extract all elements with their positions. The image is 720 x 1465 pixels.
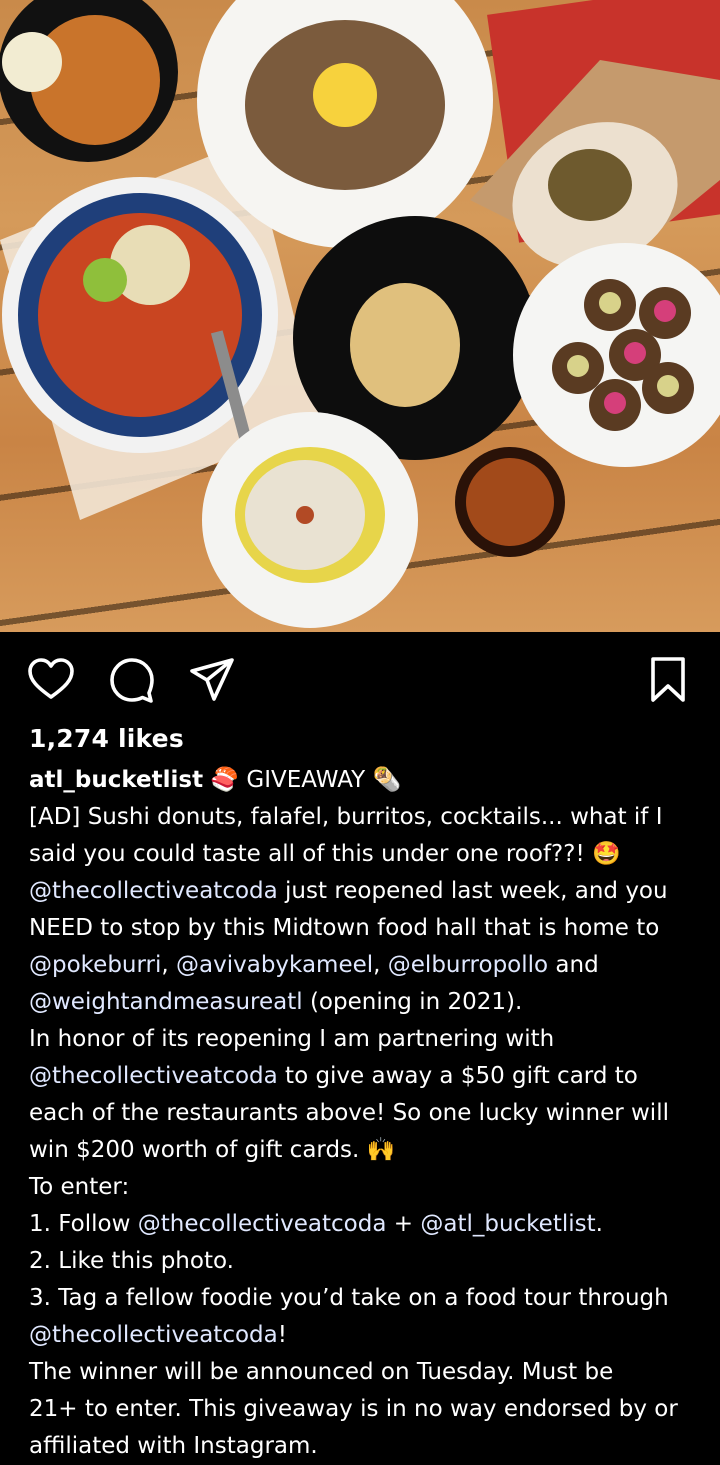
caption-line: In honor of its reopening I am partnerin… bbox=[29, 1021, 699, 1058]
caption-line: 1. Follow @thecollectiveatcoda + @atl_bu… bbox=[29, 1206, 699, 1243]
post-caption: atl_bucketlist 🍣 GIVEAWAY 🌯 [AD] Sushi do… bbox=[29, 762, 699, 1465]
caption-line: To enter: bbox=[29, 1169, 699, 1206]
mention-link[interactable]: @elburropollo bbox=[388, 952, 548, 978]
send-icon[interactable] bbox=[188, 656, 236, 704]
caption-text: affiliated with Instagram. bbox=[29, 1433, 318, 1459]
caption-text: The winner will be announced on Tuesday.… bbox=[29, 1359, 614, 1385]
caption-text: to give away a $50 gift card to bbox=[277, 1063, 638, 1089]
caption-line: @thecollectiveatcoda just reopened last … bbox=[29, 873, 699, 910]
post-photo[interactable] bbox=[0, 0, 720, 632]
caption-line: @weightandmeasureatl (opening in 2021). bbox=[29, 984, 699, 1021]
caption-line: NEED to stop by this Midtown food hall t… bbox=[29, 910, 699, 947]
username-link[interactable]: atl_bucketlist bbox=[29, 767, 203, 793]
caption-text: 21+ to enter. This giveaway is in no way… bbox=[29, 1396, 678, 1422]
food-photo bbox=[0, 0, 720, 628]
mention-link[interactable]: @thecollectiveatcoda bbox=[29, 1322, 278, 1348]
caption-text: In honor of its reopening I am partnerin… bbox=[29, 1026, 555, 1052]
caption-line: each of the restaurants above! So one lu… bbox=[29, 1095, 699, 1132]
caption-text: [AD] Sushi donuts, falafel, burritos, co… bbox=[29, 804, 663, 830]
caption-text: To enter: bbox=[29, 1174, 130, 1200]
caption-line: win $200 worth of gift cards. 🙌 bbox=[29, 1132, 699, 1169]
caption-text: 🍣 GIVEAWAY 🌯 bbox=[203, 767, 402, 793]
caption-text: . bbox=[595, 1211, 603, 1237]
caption-text: and bbox=[548, 952, 599, 978]
caption-line: 3. Tag a fellow foodie you’d take on a f… bbox=[29, 1280, 699, 1317]
mention-link[interactable]: @thecollectiveatcoda bbox=[29, 878, 278, 904]
caption-text: NEED to stop by this Midtown food hall t… bbox=[29, 915, 660, 941]
caption-line: affiliated with Instagram. bbox=[29, 1428, 699, 1465]
post-actions-bar bbox=[0, 632, 720, 724]
caption-text: each of the restaurants above! So one lu… bbox=[29, 1100, 669, 1126]
comment-icon[interactable] bbox=[108, 656, 156, 704]
caption-line: The winner will be announced on Tuesday.… bbox=[29, 1354, 699, 1391]
caption-text: 1. Follow bbox=[29, 1211, 138, 1237]
caption-line: 21+ to enter. This giveaway is in no way… bbox=[29, 1391, 699, 1428]
caption-text: + bbox=[386, 1211, 421, 1237]
heart-icon[interactable] bbox=[27, 656, 75, 704]
mention-link[interactable]: @thecollectiveatcoda bbox=[29, 1063, 278, 1089]
likes-count[interactable]: 1,274 likes bbox=[29, 724, 184, 753]
mention-link[interactable]: @pokeburri bbox=[29, 952, 161, 978]
caption-text: said you could taste all of this under o… bbox=[29, 841, 621, 867]
mention-link[interactable]: @thecollectiveatcoda bbox=[138, 1211, 387, 1237]
mention-link[interactable]: @avivabykameel bbox=[176, 952, 373, 978]
caption-line: @thecollectiveatcoda! bbox=[29, 1317, 699, 1354]
mention-link[interactable]: @atl_bucketlist bbox=[420, 1211, 595, 1237]
caption-text: just reopened last week, and you bbox=[277, 878, 668, 904]
bookmark-icon[interactable] bbox=[644, 656, 692, 704]
caption-text: win $200 worth of gift cards. 🙌 bbox=[29, 1137, 396, 1163]
caption-text: 2. Like this photo. bbox=[29, 1248, 234, 1274]
caption-text: (opening in 2021). bbox=[302, 989, 523, 1015]
caption-text: , bbox=[373, 952, 388, 978]
caption-text: ! bbox=[277, 1322, 287, 1348]
caption-text: 3. Tag a fellow foodie you’d take on a f… bbox=[29, 1285, 669, 1311]
caption-line: said you could taste all of this under o… bbox=[29, 836, 699, 873]
caption-text: , bbox=[161, 952, 177, 978]
caption-line: @pokeburri, @avivabykameel, @elburropoll… bbox=[29, 947, 699, 984]
mention-link[interactable]: @weightandmeasureatl bbox=[29, 989, 303, 1015]
caption-line: 2. Like this photo. bbox=[29, 1243, 699, 1280]
caption-line: [AD] Sushi donuts, falafel, burritos, co… bbox=[29, 799, 699, 836]
caption-line: @thecollectiveatcoda to give away a $50 … bbox=[29, 1058, 699, 1095]
caption-line: atl_bucketlist 🍣 GIVEAWAY 🌯 bbox=[29, 762, 699, 799]
